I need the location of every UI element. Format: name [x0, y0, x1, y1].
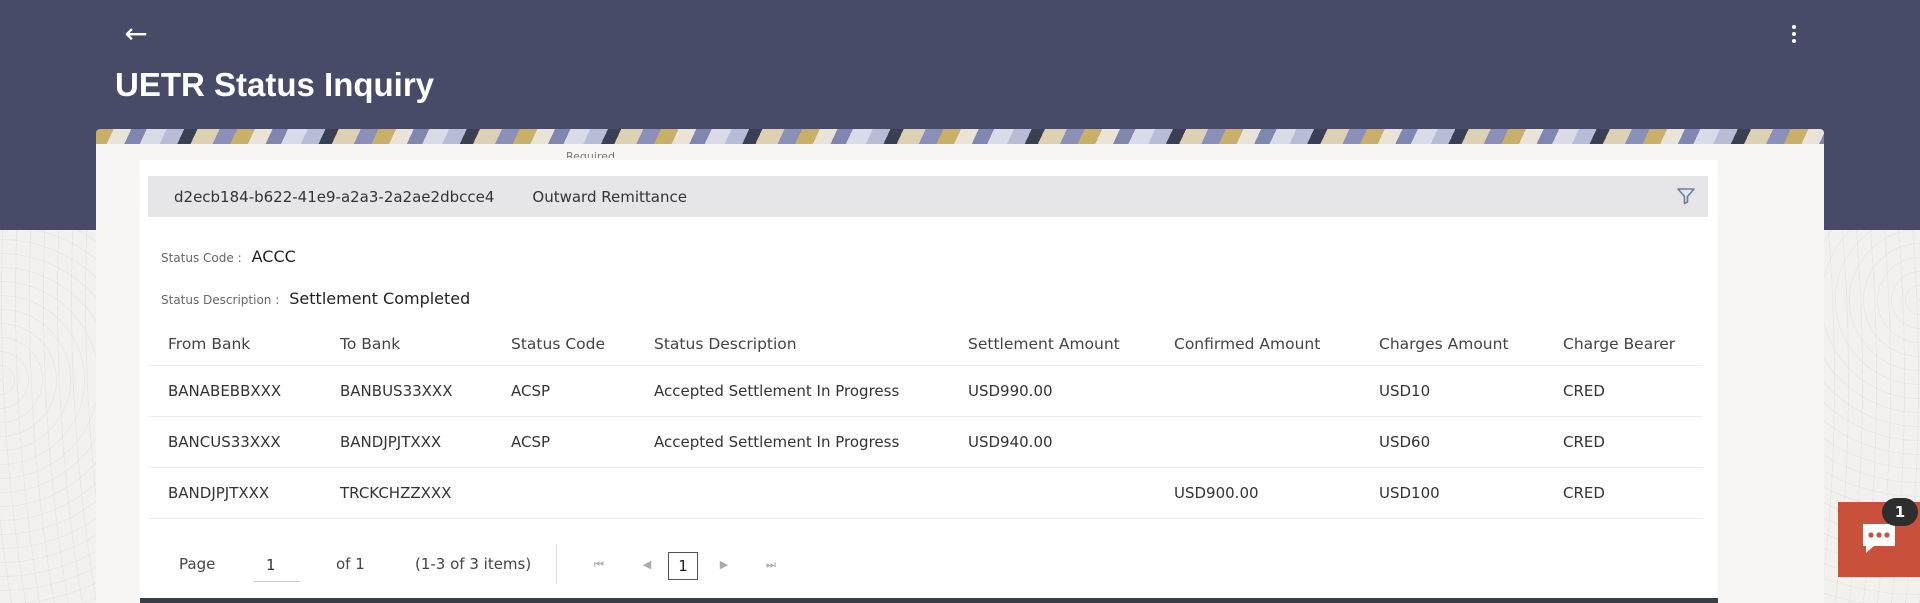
next-page-icon[interactable]: ▶	[715, 555, 733, 575]
pagination: Page of 1 (1-3 of 3 items) ⏮ ◀ 1 ▶ ⏭	[148, 544, 968, 584]
column-header: Status Code	[491, 323, 634, 366]
back-arrow-icon: ←	[124, 17, 148, 50]
column-header: Status Description	[634, 323, 948, 366]
column-header: Charges Amount	[1359, 323, 1543, 366]
last-page-icon[interactable]: ⏭	[762, 555, 780, 575]
table-cell	[1154, 416, 1359, 468]
first-page-icon[interactable]: ⏮	[590, 555, 608, 575]
items-count-label: (1-3 of 3 items)	[415, 555, 532, 573]
page-number-input[interactable]	[254, 548, 300, 582]
back-button[interactable]: ←	[118, 18, 154, 50]
column-header: From Bank	[148, 323, 320, 366]
kebab-menu-button[interactable]	[1782, 18, 1806, 50]
table-cell: ACSP	[491, 416, 634, 468]
table-cell: USD940.00	[948, 416, 1154, 468]
table-cell: TRCKCHZZXXX	[320, 467, 491, 519]
column-header: Charge Bearer	[1543, 323, 1703, 366]
column-header: To Bank	[320, 323, 491, 366]
status-code-summary: Status Code : ACCC	[161, 247, 296, 266]
table-cell: BANABEBBXXX	[148, 365, 320, 417]
transaction-type-value: Outward Remittance	[532, 187, 687, 206]
pagination-divider	[556, 544, 557, 584]
column-header: Confirmed Amount	[1154, 323, 1359, 366]
status-description-value: Settlement Completed	[289, 289, 471, 308]
table-cell: BANBUS33XXX	[320, 365, 491, 417]
table-cell: BANCUS33XXX	[148, 416, 320, 468]
table-cell: CRED	[1543, 416, 1703, 468]
table-cell: USD60	[1359, 416, 1543, 468]
table-row: BANABEBBXXX BANBUS33XXX ACSP Accepted Se…	[148, 365, 1703, 417]
table-cell	[948, 467, 1154, 519]
page-title: UETR Status Inquiry	[115, 66, 435, 103]
table-cell: BANDJPJTXXX	[320, 416, 491, 468]
table-cell: BANDJPJTXXX	[148, 467, 320, 519]
table-row: BANCUS33XXX BANDJPJTXXX ACSP Accepted Se…	[148, 416, 1703, 468]
kebab-menu-icon	[1792, 25, 1796, 29]
required-label: Required	[566, 150, 615, 158]
table-cell	[491, 467, 634, 519]
table-row: BANDJPJTXXX TRCKCHZZXXX USD900.00 USD100…	[148, 467, 1703, 519]
status-table: From Bank To Bank Status Code Status Des…	[148, 323, 1703, 519]
table-cell: CRED	[1543, 365, 1703, 417]
search-summary-bar: d2ecb184-b622-41e9-a2a3-2a2ae2dbcce4 Out…	[148, 176, 1708, 217]
page-1-button[interactable]: 1	[668, 552, 698, 580]
status-description-summary: Status Description : Settlement Complete…	[161, 289, 470, 308]
table-cell: ACSP	[491, 365, 634, 417]
decorative-banner	[96, 129, 1824, 145]
table-cell: USD100	[1359, 467, 1543, 519]
table-cell: USD990.00	[948, 365, 1154, 417]
chat-notification-badge: 1	[1882, 498, 1918, 526]
status-code-label: Status Code :	[161, 251, 242, 265]
table-cell: Accepted Settlement In Progress	[634, 365, 948, 417]
uetr-value: d2ecb184-b622-41e9-a2a3-2a2ae2dbcce4	[174, 187, 495, 206]
column-header: Settlement Amount	[948, 323, 1154, 366]
table-cell	[634, 467, 948, 519]
table-cell: Accepted Settlement In Progress	[634, 416, 948, 468]
page-label: Page	[179, 555, 216, 573]
table-cell: USD900.00	[1154, 467, 1359, 519]
filter-icon[interactable]	[1676, 187, 1696, 205]
status-code-value: ACCC	[251, 247, 296, 266]
table-cell: USD10	[1359, 365, 1543, 417]
panel-bottom-border	[140, 598, 1718, 603]
chat-bubble-icon	[1863, 524, 1895, 553]
status-description-label: Status Description :	[161, 293, 280, 307]
page-of-label: of 1	[336, 555, 365, 573]
table-cell	[1154, 365, 1359, 417]
previous-page-icon[interactable]: ◀	[638, 555, 656, 575]
table-header-row: From Bank To Bank Status Code Status Des…	[148, 323, 1703, 366]
table-cell: CRED	[1543, 467, 1703, 519]
